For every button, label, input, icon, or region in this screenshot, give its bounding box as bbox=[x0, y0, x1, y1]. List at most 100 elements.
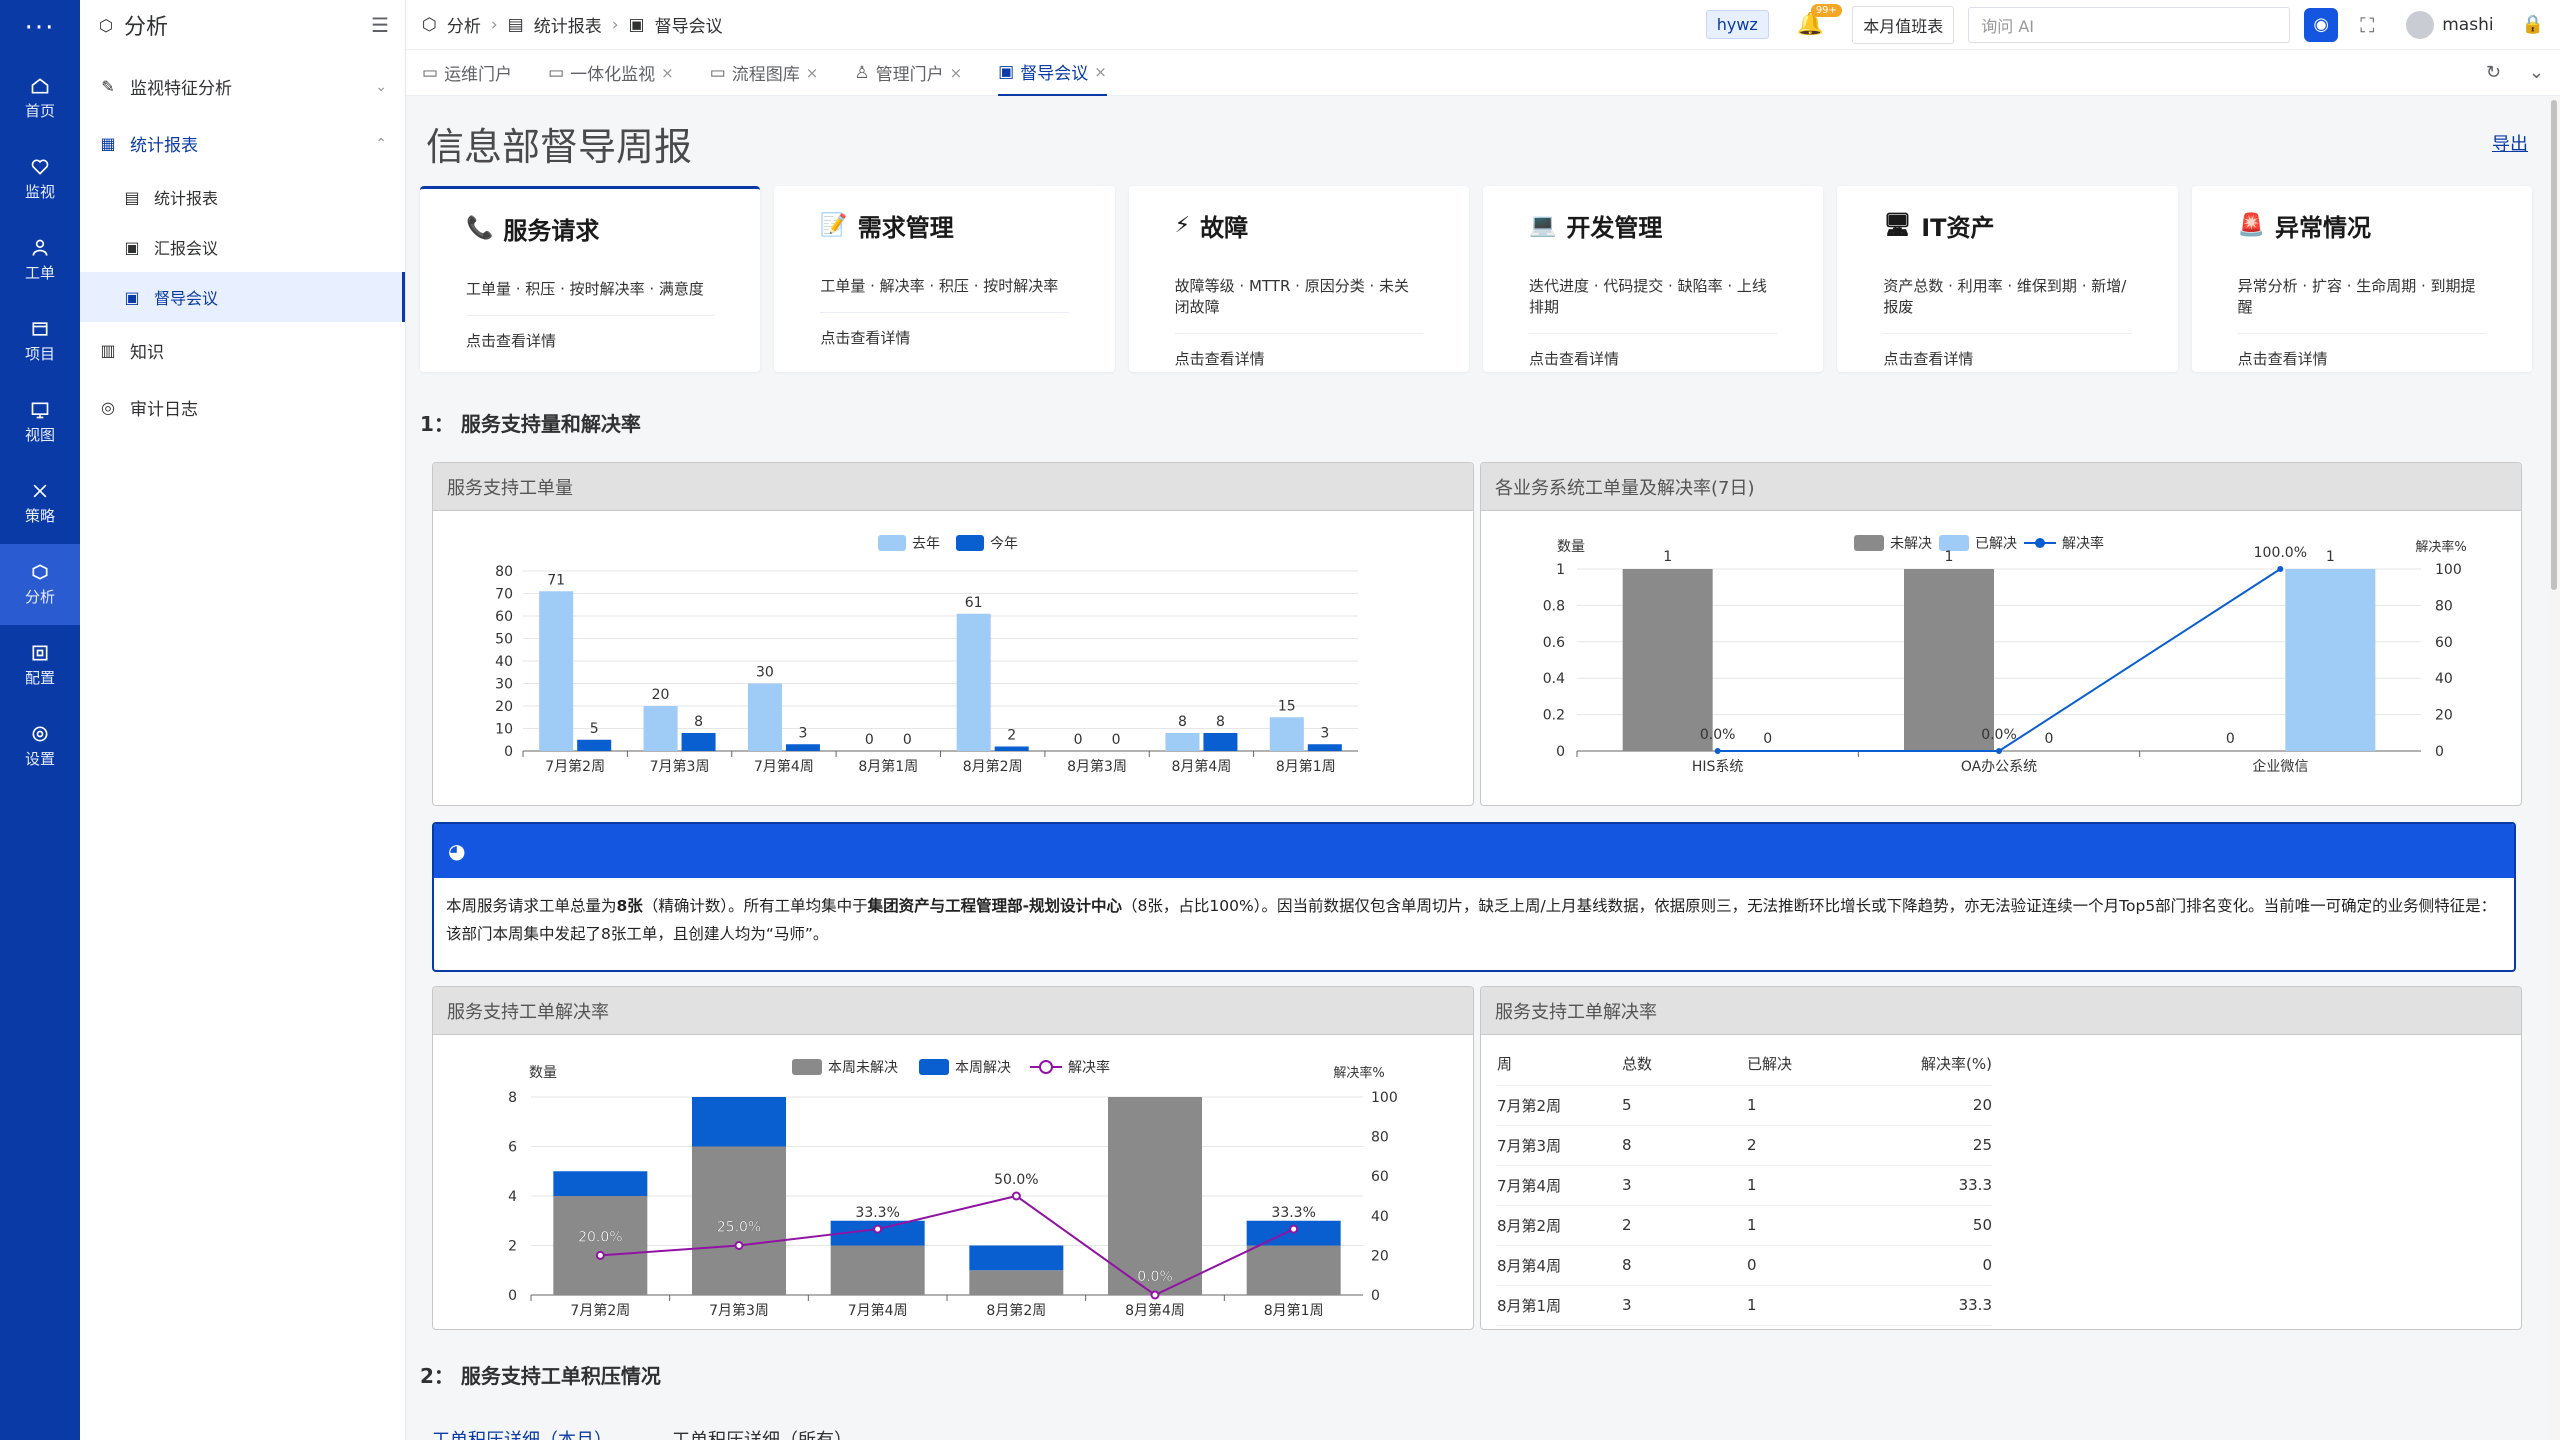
card-anomaly[interactable]: 🚨 异常情况 异常分析 · 扩容 · 生命周期 · 到期提醒 点击查看详情 bbox=[2191, 186, 2532, 372]
card-development[interactable]: 💻 开发管理 迭代进度 · 代码提交 · 缺陷率 · 上线排期 点击查看详情 bbox=[1482, 186, 1824, 372]
rail-item-monitor[interactable]: 监视 bbox=[0, 139, 80, 220]
close-tab-icon[interactable]: × bbox=[806, 64, 819, 82]
card-detail-link[interactable]: 点击查看详情 bbox=[1175, 348, 1423, 369]
card-detail-link[interactable]: 点击查看详情 bbox=[2238, 348, 2486, 369]
calendar-icon: ▣ bbox=[124, 287, 140, 307]
card-it-assets[interactable]: 🖥 IT资产 资产总数 · 利用率 · 维保到期 · 新增/报废 点击查看详情 bbox=[1837, 186, 2178, 372]
card-service-request[interactable]: 📞 服务请求 工单量 · 积压 · 按时解决率 · 满意度 点击查看详情 bbox=[420, 186, 761, 372]
memo-icon: 📝 bbox=[820, 213, 848, 238]
table-cell: 0 bbox=[1872, 1245, 1992, 1286]
rail-item-view[interactable]: 视图 bbox=[0, 382, 80, 463]
rail-item-ticket[interactable]: 工单 bbox=[0, 220, 80, 301]
card-detail-link[interactable]: 点击查看详情 bbox=[1883, 348, 2131, 369]
x-tick-label: HIS系统 bbox=[1692, 759, 1744, 775]
sidebar-subitem-supervision-meeting[interactable]: ▣ 督导会议 bbox=[80, 272, 405, 322]
breadcrumb-item[interactable]: 统计报表 bbox=[534, 12, 602, 37]
legend-label: 今年 bbox=[990, 536, 1018, 552]
rail-item-analysis[interactable]: 分析 bbox=[0, 544, 80, 625]
close-tab-icon[interactable]: × bbox=[1094, 63, 1107, 81]
notification-bell-icon[interactable]: 🔔 99+ bbox=[1797, 4, 1842, 37]
tab-ops-portal[interactable]: ▭ 运维门户 bbox=[422, 50, 512, 96]
bar-unresolved bbox=[1904, 569, 1994, 751]
tab-supervision-meeting[interactable]: ▣ 督导会议 × bbox=[998, 50, 1107, 96]
app-menu-icon[interactable]: ··· bbox=[0, 0, 80, 56]
top-bar: ⬡ 分析 › ▤ 统计报表 › ▣ 督导会议 hywz 🔔 99+ 本月值班表 询… bbox=[406, 0, 2560, 50]
card-metrics: 工单量 · 积压 · 按时解决率 · 满意度 bbox=[466, 278, 715, 316]
breadcrumb-separator-icon: › bbox=[611, 14, 619, 35]
rail-item-config[interactable]: 配置 bbox=[0, 625, 80, 706]
rate-point bbox=[595, 1250, 605, 1260]
tab-flow-library[interactable]: ▭ 流程图库 × bbox=[710, 50, 819, 96]
x-tick-label: 8月第1周 bbox=[858, 758, 918, 775]
rate-label: 33.3% bbox=[855, 1205, 899, 1221]
legend-swatch bbox=[1939, 535, 1969, 551]
lock-icon[interactable]: 🔒 bbox=[2522, 14, 2544, 35]
x-tick-label: 7月第3周 bbox=[709, 1302, 769, 1319]
sidebar-item-label: 审计日志 bbox=[130, 400, 198, 420]
card-metrics: 迭代进度 · 代码提交 · 缺陷率 · 上线排期 bbox=[1528, 275, 1778, 334]
sidebar-subitem-report-meeting[interactable]: ▣ 汇报会议 bbox=[80, 222, 405, 272]
bar-unresolved bbox=[1246, 1245, 1341, 1295]
scrollbar-thumb[interactable] bbox=[2551, 100, 2557, 590]
document-icon: ▤ bbox=[507, 14, 524, 35]
y2-axis-label: 解决率% bbox=[2415, 539, 2466, 555]
scrollbar[interactable] bbox=[2548, 96, 2560, 1440]
card-detail-link[interactable]: 点击查看详情 bbox=[1529, 348, 1777, 369]
tenant-tag[interactable]: hywz bbox=[1705, 10, 1769, 39]
sidebar-item-stat-reports[interactable]: ▦ 统计报表 ⌃ bbox=[80, 115, 405, 172]
tab-integrated-monitor[interactable]: ▭ 一体化监视 × bbox=[548, 50, 674, 96]
header-actions: hywz 🔔 99+ 本月值班表 询问 AI ◉ ⛶ mashi 🔒 bbox=[1705, 4, 2544, 44]
legend-swatch bbox=[878, 535, 906, 551]
table-cell: 7月第2周 bbox=[1497, 1085, 1622, 1126]
sidebar-item-label: 督导会议 bbox=[154, 289, 219, 308]
sidebar-item-label: 统计报表 bbox=[130, 136, 198, 156]
rail-item-home[interactable]: 首页 bbox=[0, 58, 80, 139]
duty-schedule-button[interactable]: 本月值班表 bbox=[1852, 5, 1955, 44]
rail-item-policy[interactable]: 策略 bbox=[0, 463, 80, 544]
username[interactable]: mashi bbox=[2442, 15, 2493, 35]
ai-assistant-icon[interactable]: ◉ bbox=[2304, 7, 2339, 42]
tab-admin-portal[interactable]: ♙ 管理门户 × bbox=[854, 50, 962, 96]
card-metrics: 异常分析 · 扩容 · 生命周期 · 到期提醒 bbox=[2237, 275, 2486, 334]
ai-summary-text[interactable]: 本周服务请求工单总量为8张（精确计数）。所有工单均集中于集团资产与工程管理部-规… bbox=[434, 878, 2514, 962]
ticket-icon bbox=[32, 239, 48, 256]
y2-tick-label: 20 bbox=[2435, 708, 2453, 724]
legend-label: 解决率 bbox=[1068, 1059, 1110, 1076]
bar-last-year bbox=[956, 613, 991, 751]
sidebar-subitem-stat-report[interactable]: ▤ 统计报表 bbox=[80, 172, 405, 222]
close-tab-icon[interactable]: × bbox=[950, 64, 963, 82]
panel-title: 服务支持工单量 bbox=[433, 463, 1473, 511]
rate-point bbox=[1150, 1290, 1160, 1300]
table-row: 7月第3周 8 2 25 bbox=[1497, 1125, 1992, 1166]
fullscreen-icon[interactable]: ⛶ bbox=[2360, 13, 2374, 37]
sidebar-item-knowledge[interactable]: ▥ 知识 bbox=[80, 322, 405, 379]
ai-search-input[interactable]: 询问 AI bbox=[1968, 6, 2291, 43]
card-detail-link[interactable]: 点击查看详情 bbox=[466, 330, 714, 351]
y2-tick-label: 100 bbox=[2435, 562, 2462, 578]
sidebar-item-feature-analysis[interactable]: ✎ 监视特征分析 ⌄ bbox=[80, 58, 405, 115]
avatar[interactable] bbox=[2406, 10, 2435, 39]
close-tab-icon[interactable]: × bbox=[661, 64, 674, 82]
audit-icon: ◎ bbox=[101, 398, 115, 417]
card-requirement[interactable]: 📝 需求管理 工单量 · 解决率 · 积压 · 按时解决率 点击查看详情 bbox=[774, 186, 1115, 372]
card-incident[interactable]: ⚡ 故障 故障等级 · MTTR · 原因分类 · 未关闭故障 点击查看详情 bbox=[1128, 186, 1469, 372]
refresh-icon[interactable]: ↻ bbox=[2486, 62, 2501, 83]
y-tick-label: 40 bbox=[495, 654, 513, 670]
bar-this-year bbox=[1203, 733, 1238, 751]
rate-label: 0.0% bbox=[1137, 1269, 1173, 1285]
x-tick-label: 7月第3周 bbox=[650, 758, 710, 775]
tab-backlog-all[interactable]: 工单积压详细（所有） bbox=[672, 1426, 852, 1440]
rail-item-project[interactable]: 项目 bbox=[0, 301, 80, 382]
data-label: 1 bbox=[2326, 549, 2335, 565]
tab-backlog-month[interactable]: 工单积压详细（本月） bbox=[432, 1426, 612, 1440]
export-link[interactable]: 导出 bbox=[2492, 130, 2528, 156]
collapse-menu-icon[interactable]: ☰ bbox=[371, 13, 389, 37]
tab-menu-chevron-icon[interactable]: ⌄ bbox=[2529, 62, 2544, 83]
rail-item-settings[interactable]: 设置 bbox=[0, 706, 80, 787]
sidebar-item-audit-log[interactable]: ◎ 审计日志 bbox=[80, 379, 405, 436]
rate-label: 50.0% bbox=[994, 1172, 1038, 1188]
card-metrics: 故障等级 · MTTR · 原因分类 · 未关闭故障 bbox=[1174, 275, 1423, 334]
breadcrumb-item[interactable]: 分析 bbox=[447, 12, 481, 37]
card-detail-link[interactable]: 点击查看详情 bbox=[820, 327, 1068, 348]
rate-label: 100.0% bbox=[2254, 545, 2307, 561]
